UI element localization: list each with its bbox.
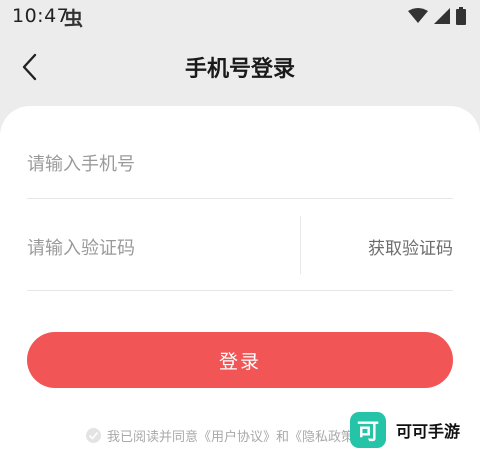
watermark-text: 可可手游 (396, 422, 461, 441)
get-code-button[interactable]: 获取验证码 (368, 234, 453, 259)
agreement-text: 我已阅读并同意《用户协议》和《隐私政策》 (107, 426, 367, 445)
agreement-conjunction: 和 (276, 430, 290, 445)
login-button[interactable]: 登录 (27, 332, 453, 388)
watermark-logo: 可 (350, 412, 386, 448)
page-title: 手机号登录 (184, 57, 295, 82)
agreement-row: 我已阅读并同意《用户协议》和《隐私政策》 (86, 426, 367, 445)
agree-checkbox[interactable] (86, 428, 101, 443)
divider (27, 290, 453, 291)
login-card: 获取验证码 登录 我已阅读并同意《用户协议》和《隐私政策》 可 可可手游 (0, 106, 480, 469)
user-agreement-link[interactable]: 《用户协议》 (198, 430, 276, 445)
divider (27, 198, 453, 199)
battery-icon (456, 7, 466, 25)
notification-bug-icon: 虫 (64, 8, 84, 30)
vertical-divider (300, 216, 301, 274)
nav-bar: 手机号登录 (0, 34, 480, 100)
phone-number-input[interactable] (27, 144, 453, 184)
wifi-icon (408, 8, 428, 24)
status-time: 10:47 (12, 5, 70, 27)
agreement-prefix: 我已阅读并同意 (107, 430, 199, 445)
signal-icon (434, 8, 450, 24)
status-indicators (408, 7, 466, 25)
verification-code-input[interactable] (27, 228, 277, 268)
watermark: 可 可可手游 (350, 412, 460, 448)
check-icon (89, 431, 98, 439)
status-bar: 10:47 虫 (0, 0, 480, 34)
